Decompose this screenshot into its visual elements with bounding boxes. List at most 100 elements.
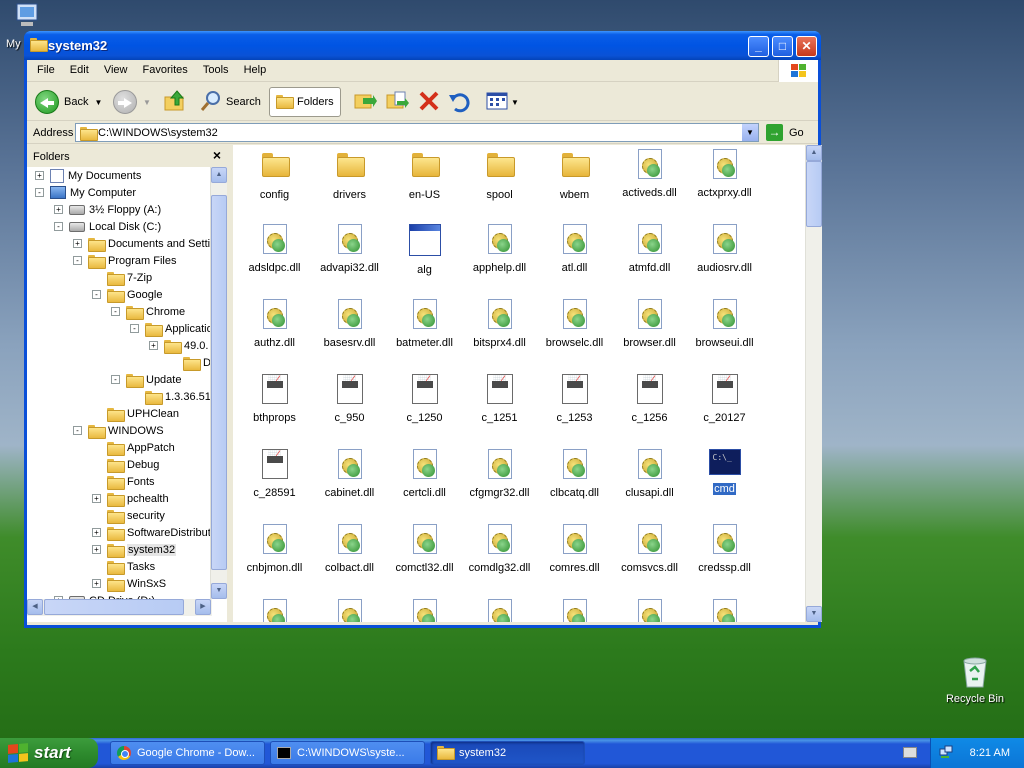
file-item[interactable]: c_950 [312,374,387,424]
file-item[interactable]: certcli.dll [387,449,462,499]
expand-icon[interactable]: + [54,205,63,214]
file-item[interactable]: comsvcs.dll [612,524,687,574]
file-item[interactable]: comdlg32.dll [462,524,537,574]
keyboard-icon[interactable] [903,747,917,758]
file-item[interactable]: comres.dll [537,524,612,574]
menu-help[interactable]: Help [238,61,273,79]
file-item[interactable]: config [237,149,312,201]
scrollbar-thumb[interactable] [44,599,184,615]
file-item[interactable]: en-US [387,149,462,201]
tree-item[interactable]: +CD Drive (D:) [54,592,155,599]
file-item[interactable]: c_1250 [387,374,462,424]
file-item[interactable] [612,599,687,622]
scroll-up-button[interactable]: ▲ [211,167,227,183]
recycle-bin-desktop-icon[interactable]: Recycle Bin [940,655,1010,705]
file-item[interactable] [462,599,537,622]
expand-icon[interactable]: + [92,494,101,503]
back-button[interactable]: Back ▼ [35,87,102,117]
tree-item[interactable]: + WinSxS [92,575,166,592]
title-bar[interactable]: system32 _ □ ✕ [24,31,821,60]
collapse-icon[interactable]: - [111,375,120,384]
file-item[interactable] [687,599,762,622]
start-button[interactable]: start [0,738,98,768]
tree-item[interactable]: UPHClean [92,405,179,422]
scroll-left-button[interactable]: ◀ [27,599,43,615]
taskbar-item-chrome[interactable]: Google Chrome - Dow... [110,741,265,765]
scroll-right-button[interactable]: ▶ [195,599,211,615]
clock[interactable]: 8:21 AM [970,747,1010,759]
tree-item[interactable]: 7-Zip [92,269,152,286]
tree-item[interactable]: Debug [92,456,159,473]
file-item[interactable]: activeds.dll [612,149,687,199]
menu-edit[interactable]: Edit [64,61,95,79]
chevron-down-icon[interactable]: ▼ [143,98,151,107]
file-item[interactable]: c_20127 [687,374,762,424]
file-item[interactable]: atl.dll [537,224,612,274]
tree-item[interactable]: + system32 [92,541,177,558]
collapse-icon[interactable]: - [92,290,101,299]
menu-tools[interactable]: Tools [197,61,235,79]
tree-item[interactable]: Fonts [92,473,155,490]
file-item[interactable]: c_1251 [462,374,537,424]
file-item[interactable]: colbact.dll [312,524,387,574]
tree-item[interactable]: Tasks [92,558,155,575]
expand-icon[interactable]: + [92,579,101,588]
tree-item[interactable]: - Update [111,371,181,388]
file-item[interactable]: basesrv.dll [312,299,387,349]
maximize-button[interactable]: □ [772,36,793,57]
file-item[interactable]: drivers [312,149,387,201]
expand-icon[interactable]: + [73,239,82,248]
close-button[interactable]: ✕ [796,36,817,57]
tree-item[interactable]: + Documents and Settings [73,235,212,252]
tree-item[interactable]: security [92,507,165,524]
file-item[interactable] [387,599,462,622]
file-item[interactable] [237,599,312,622]
file-item[interactable]: cabinet.dll [312,449,387,499]
file-item[interactable]: browselc.dll [537,299,612,349]
tree-item[interactable]: - Program Files [73,252,176,269]
tree-item[interactable]: - Application [130,320,212,337]
scroll-down-button[interactable]: ▼ [211,583,227,599]
tree-vertical-scrollbar[interactable]: ▲ ▼ [210,167,227,599]
tree-item[interactable]: Dictio [168,354,212,371]
tree-item[interactable]: AppPatch [92,439,175,456]
tree-item[interactable]: + SoftwareDistribut [92,524,211,541]
files-vertical-scrollbar[interactable]: ▲ ▼ [805,145,822,622]
file-item[interactable]: comctl32.dll [387,524,462,574]
delete-button[interactable] [417,87,441,117]
network-icon[interactable] [939,745,953,759]
tree-item[interactable]: - Local Disk (C:) [54,218,161,235]
tree-item[interactable]: + My Documents [35,167,141,184]
move-to-button[interactable] [353,87,377,117]
collapse-icon[interactable]: - [73,256,82,265]
search-button[interactable]: Search [199,87,261,117]
scroll-up-button[interactable]: ▲ [806,145,822,161]
file-item[interactable]: c_1256 [612,374,687,424]
scroll-down-button[interactable]: ▼ [806,606,822,622]
scrollbar-thumb[interactable] [211,195,227,570]
file-item[interactable]: adsldpc.dll [237,224,312,274]
tree-item[interactable]: - Google [92,286,162,303]
file-item[interactable]: cnbjmon.dll [237,524,312,574]
expand-icon[interactable]: + [149,341,158,350]
forward-button[interactable]: ▼ [113,87,151,117]
copy-to-button[interactable] [385,87,409,117]
address-dropdown-button[interactable]: ▼ [742,124,758,141]
tree-item[interactable]: +3½ Floppy (A:) [54,201,161,218]
file-item[interactable]: bitsprx4.dll [462,299,537,349]
file-item[interactable]: spool [462,149,537,201]
taskbar-item-system32[interactable]: system32 [430,741,585,765]
file-item[interactable]: audiosrv.dll [687,224,762,274]
file-item[interactable]: apphelp.dll [462,224,537,274]
file-item[interactable]: bthprops [237,374,312,424]
up-folder-button[interactable] [163,87,187,117]
views-button[interactable]: ▼ [485,87,519,117]
collapse-icon[interactable]: - [54,222,63,231]
tree-horizontal-scrollbar[interactable]: ◀ ▶ [27,599,212,616]
menu-favorites[interactable]: Favorites [137,61,194,79]
my-computer-desktop-icon[interactable]: My [0,0,50,50]
file-item[interactable]: c_28591 [237,449,312,499]
file-item[interactable]: c_1253 [537,374,612,424]
chevron-down-icon[interactable]: ▼ [511,98,519,107]
file-item[interactable]: authz.dll [237,299,312,349]
